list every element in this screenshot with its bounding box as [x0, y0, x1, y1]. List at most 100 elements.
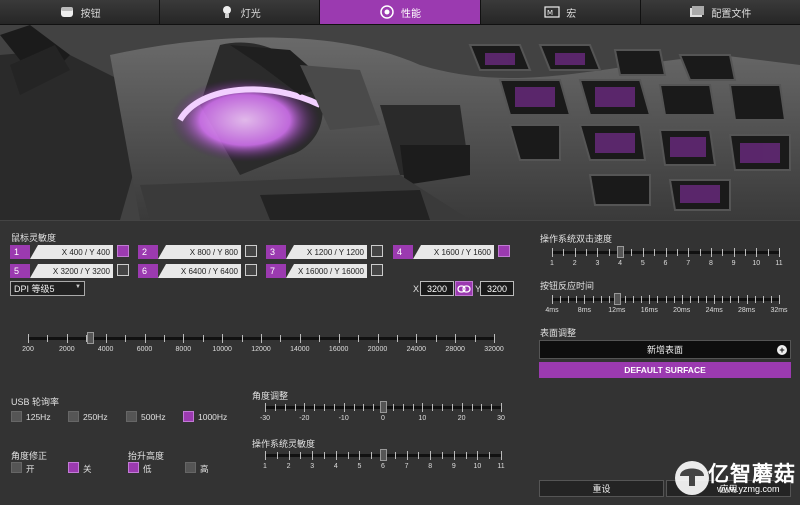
dpi-preset-2-toggle[interactable]	[245, 245, 257, 257]
tab-bar: 按钮 灯光 性能 M 宏 配置文件	[0, 0, 800, 25]
dpi-preset-4[interactable]: 4 X 1600 / Y 1600	[393, 245, 494, 259]
double-click-tick-label: 6	[663, 260, 668, 267]
dpi-preset-4-toggle[interactable]	[498, 245, 510, 257]
dpi-slider-tick-label: 28000	[445, 346, 465, 353]
dpi-preset-number: 4	[393, 245, 413, 259]
x-label: X	[413, 284, 420, 294]
angle-tuning-minor-tick	[491, 404, 493, 411]
bulb-icon	[222, 6, 231, 18]
angle-tuning-minor-tick	[363, 404, 365, 411]
double-click-thumb[interactable]	[617, 246, 625, 258]
os-sensitivity-tick	[312, 451, 314, 460]
button-response-tick-label: 24ms	[705, 307, 723, 314]
tab-profiles[interactable]: 配置文件	[640, 0, 800, 24]
button-response-minor-tick	[730, 296, 732, 303]
button-response-minor-tick	[576, 296, 578, 303]
usb-rate-checkbox[interactable]	[68, 411, 79, 422]
button-response-minor-tick	[560, 296, 562, 303]
dpi-preset-number: 2	[138, 245, 158, 259]
angle-snap-checkbox[interactable]	[11, 462, 22, 473]
dpi-preset-1-toggle[interactable]	[117, 245, 129, 257]
double-click-minor-tick	[563, 249, 565, 256]
double-click-tick	[642, 248, 644, 257]
dpi-preset-3-toggle[interactable]	[371, 245, 383, 257]
os-sensitivity-tick	[477, 451, 479, 460]
dpi-level-select[interactable]: DPI 等级5 ▼	[10, 281, 85, 296]
os-sensitivity-tick-label: 4	[333, 463, 338, 470]
button-response-thumb[interactable]	[613, 293, 621, 305]
dpi-slider-minor-tick	[319, 335, 321, 342]
dpi-preset-1[interactable]: 1 X 400 / Y 400	[10, 245, 113, 259]
angle-tuning-tick-label: 30	[497, 415, 505, 422]
angle-tuning-tick	[422, 403, 424, 412]
lift-off-checkbox[interactable]	[128, 462, 139, 473]
button-response-minor-tick	[568, 296, 570, 303]
dpi-preset-value: X 16000 / Y 16000	[286, 264, 367, 278]
button-response-tick-label: 16ms	[640, 307, 658, 314]
os-sensitivity-tick	[359, 451, 361, 460]
angle-tuning-minor-tick	[294, 404, 296, 411]
usb-rate-checkbox[interactable]	[11, 411, 22, 422]
dpi-slider-minor-tick	[202, 335, 204, 342]
reset-button[interactable]: 重设	[539, 480, 664, 497]
default-surface-button[interactable]: DEFAULT SURFACE	[539, 362, 791, 378]
dpi-preset-5[interactable]: 5 X 3200 / Y 3200	[10, 264, 113, 278]
dpi-preset-7[interactable]: 7 X 16000 / Y 16000	[266, 264, 367, 278]
angle-tuning-minor-tick	[324, 404, 325, 411]
plus-icon[interactable]: +	[777, 345, 787, 355]
dpi-preset-7-toggle[interactable]	[371, 264, 383, 276]
button-response-tick-label: 20ms	[673, 307, 691, 314]
angle-tuning-tick-label: 20	[457, 415, 466, 422]
os-sensitivity-tick	[501, 451, 502, 460]
dpi-preset-2[interactable]: 2 X 800 / Y 800	[138, 245, 241, 259]
tab-macro[interactable]: M 宏	[480, 0, 641, 24]
usb-rate-checkbox[interactable]	[126, 411, 137, 422]
angle-tuning-minor-tick	[432, 404, 434, 411]
button-response-tick-label: 32ms	[770, 307, 788, 314]
tab-buttons[interactable]: 按钮	[0, 0, 161, 24]
dpi-preset-6-toggle[interactable]	[245, 264, 257, 276]
angle-tuning-tick-label: 10	[418, 415, 427, 422]
lift-off-checkbox[interactable]	[185, 462, 196, 473]
dpi-slider-minor-tick	[358, 335, 360, 342]
dpi-preset-number: 1	[10, 245, 30, 259]
dpi-slider-tick	[28, 334, 29, 343]
button-response-tick-label: 12ms	[608, 307, 626, 314]
tab-performance[interactable]: 性能	[320, 0, 481, 24]
angle-snap-title: 角度修正	[11, 451, 48, 461]
double-click-tick	[688, 248, 690, 257]
double-click-tick-label: 9	[731, 260, 736, 267]
usb-rate-checkbox[interactable]	[183, 411, 194, 422]
dpi-slider-tick-label: 12000	[251, 346, 271, 353]
angle-tuning-thumb[interactable]	[380, 401, 387, 413]
double-click-tick	[597, 248, 599, 257]
dpi-preset-3[interactable]: 3 X 1200 / Y 1200	[266, 245, 367, 259]
link-icon	[457, 284, 471, 293]
angle-tuning-minor-tick	[471, 404, 473, 411]
dpi-x-input[interactable]: 3200	[420, 281, 454, 296]
os-sensitivity-tick-label: 3	[310, 463, 315, 470]
mouse-render	[0, 25, 800, 220]
double-click-tick	[574, 248, 576, 257]
dpi-preset-5-toggle[interactable]	[117, 264, 129, 276]
button-response-tick	[649, 295, 651, 304]
add-surface-bar[interactable]: 新增表面 +	[539, 340, 791, 359]
button-response-tick	[746, 295, 748, 304]
dpi-y-input[interactable]: 3200	[480, 281, 514, 296]
link-xy-button[interactable]	[455, 281, 473, 296]
angle-tuning-minor-tick	[412, 404, 414, 411]
button-response-minor-tick	[722, 296, 724, 303]
os-sensitivity-tick-label: 2	[286, 463, 291, 470]
angle-tuning-minor-tick	[284, 404, 286, 411]
os-sensitivity-thumb[interactable]	[380, 449, 387, 461]
double-click-minor-tick	[744, 249, 746, 256]
dpi-slider-tick-label: 14000	[290, 346, 310, 353]
button-response-minor-tick	[624, 296, 626, 303]
dpi-slider-tick-label: 32000	[484, 346, 504, 353]
dpi-slider-thumb[interactable]	[87, 332, 95, 344]
tab-lighting[interactable]: 灯光	[160, 0, 321, 24]
dpi-preset-6[interactable]: 6 X 6400 / Y 6400	[138, 264, 241, 278]
lift-off-label: 高	[200, 464, 209, 474]
angle-snap-checkbox[interactable]	[68, 462, 79, 473]
macro-icon: M	[544, 6, 560, 18]
